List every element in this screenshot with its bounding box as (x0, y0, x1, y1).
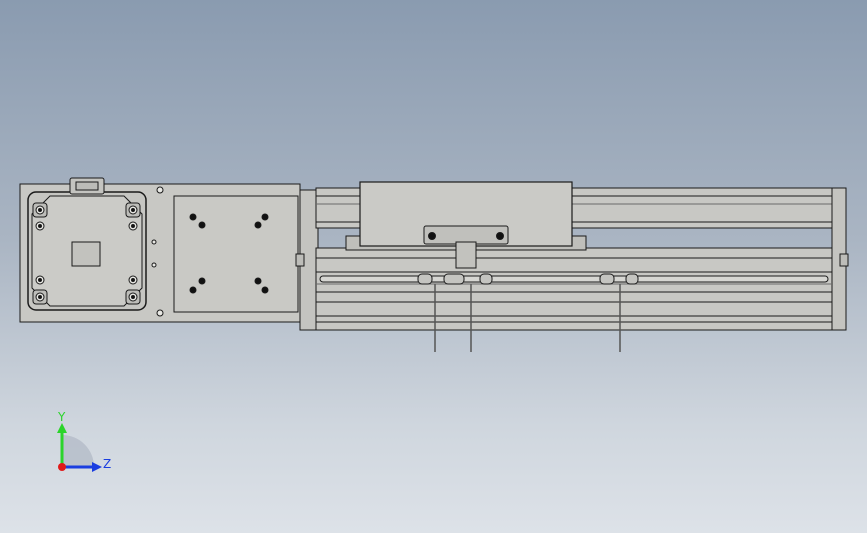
triad-quadrant-shade (62, 435, 94, 467)
z-axis-arrow-icon (92, 462, 102, 472)
linear-actuator-model[interactable] (0, 0, 867, 533)
lower-rail (315, 247, 833, 331)
carriage-bracket (423, 225, 509, 245)
rail-end-nub (295, 253, 305, 267)
x-axis-origin-icon (58, 463, 66, 471)
y-axis-arrow-icon (57, 423, 67, 433)
axis-triad[interactable]: Y Z (40, 405, 120, 485)
y-axis-label: Y (57, 410, 66, 424)
bearing-block (173, 195, 299, 313)
z-axis-label: Z (103, 457, 111, 471)
motor-shaft-square (71, 241, 101, 267)
carriage-tab (455, 241, 477, 269)
lower-rail-end-nub (839, 253, 849, 267)
motor-connector-tab (75, 181, 99, 191)
cad-viewport[interactable]: Y Z (0, 0, 867, 533)
rail-slot (319, 275, 829, 283)
